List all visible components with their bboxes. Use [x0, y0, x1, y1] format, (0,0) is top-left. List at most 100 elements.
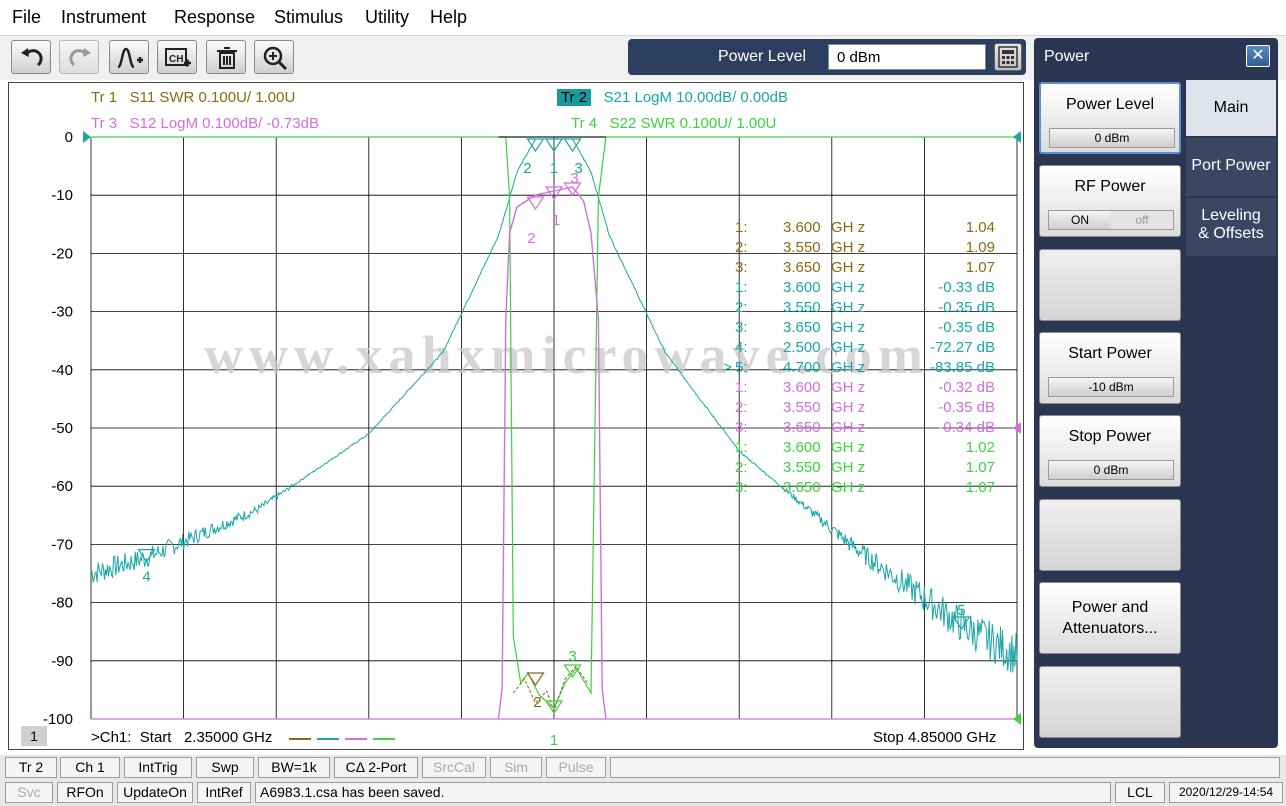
tab-port-power[interactable]: Port Power — [1186, 138, 1276, 196]
marker-s11-2[interactable] — [526, 672, 545, 687]
menu-stimulus[interactable]: Stimulus — [274, 7, 343, 28]
trace-2-header[interactable]: Tr 2 S21 LogM 10.00dB/ 0.00dB — [557, 89, 788, 106]
trace-2-desc: S21 LogM 10.00dB/ 0.00dB — [603, 89, 788, 106]
marker-value: 1.04 — [965, 219, 995, 236]
zoom-button[interactable] — [254, 40, 294, 74]
tab-leveling-offsets[interactable]: Leveling & Offsets — [1186, 198, 1276, 256]
marker-s12-1-label: 1 — [552, 212, 560, 229]
trace-1-header[interactable]: Tr 1 S11 SWR 0.100U/ 1.00U — [91, 89, 295, 106]
marker-value: -0.32 dB — [938, 379, 995, 396]
delete-icon — [217, 47, 237, 69]
softkey-stop-power[interactable]: Stop Power 0 dBm — [1039, 415, 1181, 487]
y-tick-label: -50 — [51, 420, 73, 437]
marker-active-indicator: > — [723, 359, 732, 376]
status-channel[interactable]: Ch 1 — [60, 757, 120, 778]
marker-frequency: 3.550 — [783, 399, 821, 416]
y-axis-ticks: 0 -10 -20 -30 -40 -50 -60 -70 -80 -90 -100 — [43, 129, 73, 728]
power-level-input[interactable] — [828, 44, 986, 70]
rf-power-toggle[interactable]: ON off — [1048, 210, 1174, 230]
marker-value: 1.07 — [965, 459, 995, 476]
status-lcl[interactable]: LCL — [1115, 782, 1165, 803]
marker-value: 1.07 — [965, 479, 995, 496]
status-message: A6983.1.csa has been saved. — [255, 782, 1111, 803]
tab-leveling-line2: & Offsets — [1198, 225, 1264, 242]
status-sim[interactable]: Sim — [490, 757, 542, 778]
zoom-icon — [263, 46, 288, 71]
status-trigger[interactable]: IntTrig — [124, 757, 192, 778]
marker-frequency: 3.650 — [783, 419, 821, 436]
marker-unit: GH z — [831, 379, 866, 396]
status-intref[interactable]: IntRef — [197, 782, 251, 803]
trace-2-id: Tr 2 — [557, 89, 592, 106]
panel-close-button[interactable]: ✕ — [1246, 45, 1270, 67]
entry-label: Power Level — [718, 48, 807, 65]
ref-arrow-left[interactable] — [83, 131, 91, 143]
marker-s21-5-label: 5 — [957, 602, 965, 619]
keypad-icon — [998, 46, 1018, 68]
marker-s22-1-label: 1 — [550, 732, 558, 749]
undo-button[interactable] — [11, 40, 51, 74]
softkey-start-power[interactable]: Start Power -10 dBm — [1039, 332, 1181, 404]
status-bar-bottom: Svc RFOn UpdateOn IntRef A6983.1.csa has… — [0, 780, 1286, 806]
status-bandwidth[interactable]: BW=1k — [258, 757, 330, 778]
menu-instrument[interactable]: Instrument — [61, 7, 146, 28]
rf-power-on[interactable]: ON — [1049, 211, 1111, 229]
close-icon: ✕ — [1251, 47, 1265, 64]
menu-utility[interactable]: Utility — [365, 7, 409, 28]
softkey-power-attenuators[interactable]: Power and Attenuators... — [1039, 582, 1181, 654]
status-cal[interactable]: CΔ 2-Port — [334, 757, 418, 778]
trace-4-header[interactable]: Tr 4 S22 SWR 0.100U/ 1.00U — [571, 115, 776, 132]
marker-unit: GH z — [831, 419, 866, 436]
softkey-stop-power-label: Stop Power — [1068, 428, 1152, 445]
status-update[interactable]: UpdateOn — [117, 782, 193, 803]
tab-leveling-line1: Leveling — [1201, 207, 1261, 224]
y-tick-label: -20 — [51, 245, 73, 262]
marker-table-row: 3: 3.650 GH z -0.35 dB — [735, 319, 995, 339]
marker-number: 4: — [735, 339, 748, 356]
marker-number: 1: — [735, 219, 748, 236]
chart-window[interactable]: 0 -10 -20 -30 -40 -50 -60 -70 -80 -90 -100 www.xah… — [8, 82, 1024, 750]
status-rfon[interactable]: RFOn — [57, 782, 113, 803]
marker-s22-3-label: 3 — [568, 648, 576, 665]
status-pulse[interactable]: Pulse — [546, 757, 606, 778]
menu-help[interactable]: Help — [430, 7, 467, 28]
marker-frequency: 3.600 — [783, 279, 821, 296]
status-svc[interactable]: Svc — [5, 782, 53, 803]
softkey-empty-1[interactable] — [1039, 249, 1181, 321]
softkey-rf-power-label: RF Power — [1074, 178, 1146, 195]
softkey-empty-2[interactable] — [1039, 499, 1181, 571]
status-sweep[interactable]: Swp — [196, 757, 254, 778]
marker-table-row: 2: 3.550 GH z -0.35 dB — [735, 399, 995, 419]
keypad-button[interactable] — [994, 43, 1022, 71]
softkey-power-level[interactable]: Power Level 0 dBm — [1039, 82, 1181, 154]
softkey-empty-3[interactable] — [1039, 666, 1181, 738]
marker-unit: GH z — [831, 219, 866, 236]
marker-unit: GH z — [831, 319, 866, 336]
marker-frequency: 3.550 — [783, 459, 821, 476]
softkey-rf-power[interactable]: RF Power ON off — [1039, 165, 1181, 237]
tab-main[interactable]: Main — [1186, 80, 1276, 136]
marker-value: 1.09 — [965, 239, 995, 256]
marker-number: 1: — [735, 439, 748, 456]
trace-3-id: Tr 3 — [91, 115, 118, 132]
sweep-start: >Ch1: Start 2.35000 GHz — [91, 729, 273, 746]
add-channel-button[interactable]: CH — [157, 40, 197, 74]
redo-button[interactable] — [59, 40, 99, 74]
status-srccal[interactable]: SrcCal — [422, 757, 486, 778]
marker-number: 3: — [735, 259, 748, 276]
channel-number[interactable]: 1 — [21, 726, 47, 746]
menu-response[interactable]: Response — [174, 7, 255, 28]
y-tick-label: -80 — [51, 595, 73, 612]
rf-power-off[interactable]: off — [1111, 211, 1173, 229]
status-trace[interactable]: Tr 2 — [5, 757, 57, 778]
add-trace-button[interactable] — [109, 40, 149, 74]
marker-number: 1: — [735, 379, 748, 396]
marker-table-row: >5: 4.700 GH z -83.85 dB — [723, 359, 995, 379]
marker-table-row: 2: 3.550 GH z -0.35 dB — [735, 299, 995, 319]
softkey-stop-power-value: 0 dBm — [1048, 460, 1174, 480]
marker-unit: GH z — [831, 299, 866, 316]
delete-button[interactable] — [206, 40, 246, 74]
trace-3-header[interactable]: Tr 3 S12 LogM 0.100dB/ -0.73dB — [91, 115, 319, 132]
menu-file[interactable]: File — [12, 7, 41, 28]
menu-bar: File Instrument Response Stimulus Utilit… — [0, 0, 1286, 36]
